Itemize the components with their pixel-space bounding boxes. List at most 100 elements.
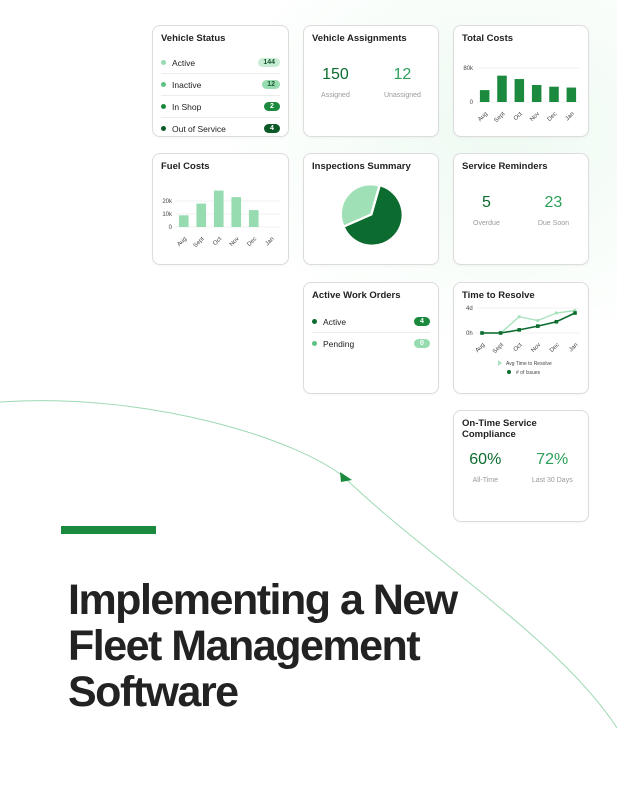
bar: [213, 190, 224, 227]
series-line: [482, 312, 576, 334]
status-count-badge: 4: [264, 124, 280, 133]
x-tick-label: Sept: [193, 236, 206, 249]
x-tick-label: Nov: [530, 342, 542, 354]
status-dot: [312, 341, 317, 346]
metric-label: Unassigned: [383, 92, 421, 99]
status-row-inactive[interactable]: Inactive 12: [161, 74, 280, 96]
x-tick-label: Sept: [492, 342, 505, 355]
total-costs-chart: 0 80k Aug Sept Oct Nov Dec Jan: [463, 66, 580, 124]
bar: [196, 203, 207, 227]
y-tick-label: 0: [470, 100, 474, 106]
x-tick-label: Nov: [529, 111, 541, 123]
y-tick-label: 0: [169, 225, 173, 231]
page-title: Implementing a New Fleet Management Soft…: [68, 577, 548, 715]
title-line-3: Software: [68, 668, 239, 716]
time-to-resolve-card[interactable]: Time to Resolve 4d 0h Aug Sept Oct Nov Dec Jan A…: [453, 282, 589, 394]
status-label: Active: [172, 57, 196, 68]
card-title: Vehicle Assignments: [312, 33, 407, 44]
work-order-row-active[interactable]: Active 4: [312, 311, 430, 333]
card-title: On-Time Service Compliance: [462, 418, 537, 440]
legend-label: Avg Time to Resolve: [506, 361, 552, 367]
status-label: In Shop: [172, 101, 202, 112]
series-line: [482, 309, 576, 334]
x-tick-label: Dec: [547, 111, 559, 123]
metric-label: Due Soon: [537, 220, 569, 227]
inspections-pie-chart: [341, 184, 403, 246]
due-soon-metric: 23 Due Soon: [538, 194, 569, 227]
bar: [178, 215, 189, 227]
status-count-badge: 144: [258, 58, 280, 67]
bar: [566, 87, 577, 102]
vehicle-status-card[interactable]: Vehicle Status Active 144 Inactive 12 In…: [152, 25, 289, 137]
title-line-1: Implementing a New: [68, 576, 458, 624]
metric-value: 12: [393, 66, 412, 83]
x-tick-label: Jan: [565, 111, 576, 122]
status-dot: [161, 82, 166, 87]
total-costs-card[interactable]: Total Costs 0 80k Aug Sept Oct Nov Dec Jan: [453, 25, 589, 137]
metric-value: 60%: [469, 451, 502, 468]
x-tick-label: Oct: [513, 342, 524, 353]
status-dot: [161, 60, 166, 65]
bar: [549, 86, 559, 102]
card-title: Service Reminders: [462, 161, 548, 172]
data-point: [498, 331, 503, 335]
status-label: Pending: [323, 338, 355, 349]
data-point: [536, 318, 540, 323]
x-tick-label: Nov: [229, 236, 241, 248]
inspections-summary-card[interactable]: Inspections Summary: [303, 153, 439, 265]
bar: [231, 197, 242, 227]
x-tick-label: Sept: [493, 111, 506, 124]
status-row-active[interactable]: Active 144: [161, 52, 280, 74]
status-dot: [161, 126, 166, 131]
work-order-row-pending[interactable]: Pending 0: [312, 333, 430, 354]
all-time-metric: 60% All-Time: [469, 451, 501, 484]
y-tick-label: 0h: [466, 331, 473, 337]
y-tick-label: 10k: [162, 212, 173, 218]
status-row-out-of-service[interactable]: Out of Service 4: [161, 118, 280, 139]
data-point: [573, 311, 577, 315]
compliance-card[interactable]: On-Time Service Compliance 60% All-Time …: [453, 410, 589, 522]
status-label: Out of Service: [172, 123, 226, 134]
y-tick-label: 20k: [162, 199, 173, 205]
x-tick-label: Oct: [212, 236, 223, 247]
fuel-costs-card[interactable]: Fuel Costs 0 10k 20k Aug Sept Oct Nov Dec Jan: [152, 153, 289, 265]
bar: [479, 90, 490, 102]
metric-value: 5: [481, 194, 491, 211]
title-line-2: Fleet Management: [68, 622, 421, 670]
hero-accent-bar: [61, 526, 156, 534]
assigned-metric: 150 Assigned: [321, 66, 350, 99]
legend-label: # of Issues: [516, 370, 541, 376]
metric-label: Overdue: [473, 220, 500, 227]
data-point: [517, 328, 521, 332]
status-row-in-shop[interactable]: In Shop 2: [161, 96, 280, 118]
status-count-badge: 12: [262, 80, 280, 89]
x-tick-label: Aug: [477, 111, 489, 123]
data-point: [480, 331, 484, 335]
x-tick-label: Dec: [246, 236, 258, 248]
bar: [248, 210, 259, 227]
card-title: Active Work Orders: [312, 290, 401, 301]
last-30-days-metric: 72% Last 30 Days: [532, 451, 573, 484]
bar: [531, 85, 542, 102]
service-reminders-card[interactable]: Service Reminders 5 Overdue 23 Due Soon: [453, 153, 589, 265]
metric-label: Last 30 Days: [531, 477, 573, 484]
metric-value: 23: [544, 194, 563, 211]
x-tick-label: Aug: [475, 342, 487, 354]
x-tick-label: Aug: [176, 236, 188, 248]
active-work-orders-card[interactable]: Active Work Orders Active 4 Pending 0: [303, 282, 439, 394]
status-dot: [312, 319, 317, 324]
data-point: [517, 315, 521, 319]
data-point: [536, 324, 540, 328]
metric-label: Assigned: [321, 92, 350, 99]
vehicle-assignments-card[interactable]: Vehicle Assignments 150 Assigned 12 Unas…: [303, 25, 439, 137]
status-count-badge: 4: [414, 317, 430, 326]
unassigned-metric: 12 Unassigned: [384, 66, 421, 99]
status-count-badge: 0: [414, 339, 430, 348]
overdue-metric: 5 Overdue: [473, 194, 500, 227]
metric-value: 150: [322, 66, 349, 83]
metric-value: 72%: [536, 451, 569, 468]
bar: [497, 75, 507, 102]
fuel-costs-chart: 0 10k 20k Aug Sept Oct Nov Dec Jan: [162, 190, 280, 249]
card-title: Vehicle Status: [161, 33, 226, 44]
bar: [514, 79, 525, 102]
